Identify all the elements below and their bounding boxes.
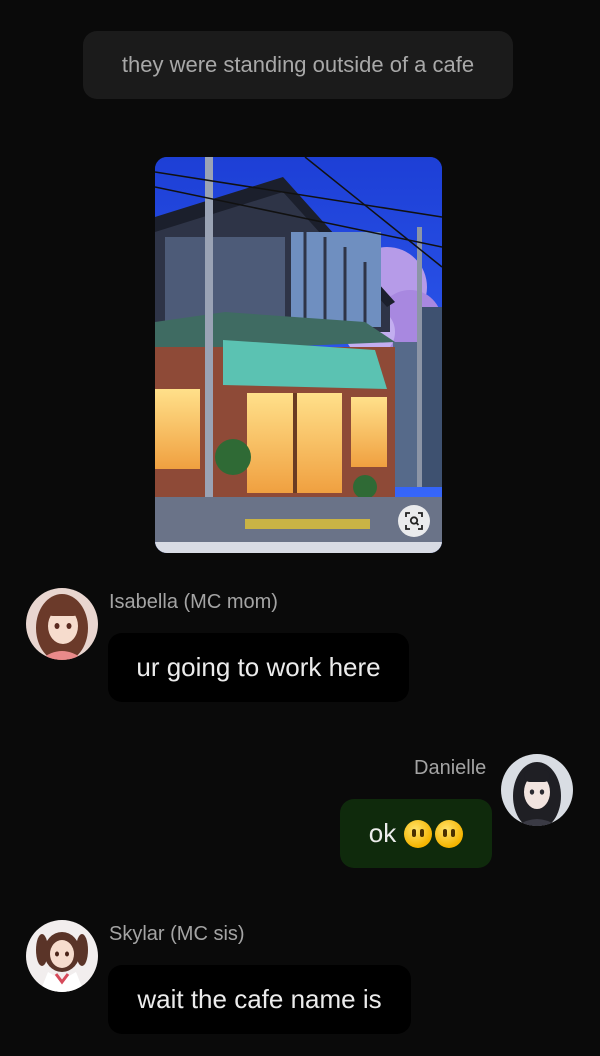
message-bubble-self[interactable]: ok (340, 799, 492, 868)
chat-screen: they were standing outside of a cafe Isa… (0, 0, 600, 1056)
visual-search-icon[interactable] (398, 505, 430, 537)
avatar-isabella[interactable] (26, 588, 98, 660)
character-avatar-skylar-icon (26, 920, 98, 992)
message-text: ur going to work here (136, 652, 381, 682)
avatar-skylar[interactable] (26, 920, 98, 992)
no-mouth-face-icon (435, 819, 464, 848)
sender-name: Skylar (MC sis) (109, 923, 245, 945)
narration-text: they were standing outside of a cafe (121, 52, 475, 77)
sender-name: Danielle (414, 757, 487, 779)
message-bubble[interactable]: wait the cafe name is (108, 965, 411, 1034)
message-text: wait the cafe name is (137, 984, 382, 1014)
shared-image-cafe[interactable] (155, 157, 442, 553)
avatar-danielle[interactable] (501, 754, 573, 826)
message-text: ok (368, 818, 397, 848)
no-mouth-face-icon (404, 819, 433, 848)
cafe-illustration (155, 157, 442, 553)
message-bubble[interactable]: ur going to work here (108, 633, 409, 702)
character-avatar-isabella-icon (26, 588, 98, 660)
narration-bubble: they were standing outside of a cafe (83, 31, 513, 99)
character-avatar-danielle-icon (501, 754, 573, 826)
sender-name: Isabella (MC mom) (109, 591, 278, 613)
